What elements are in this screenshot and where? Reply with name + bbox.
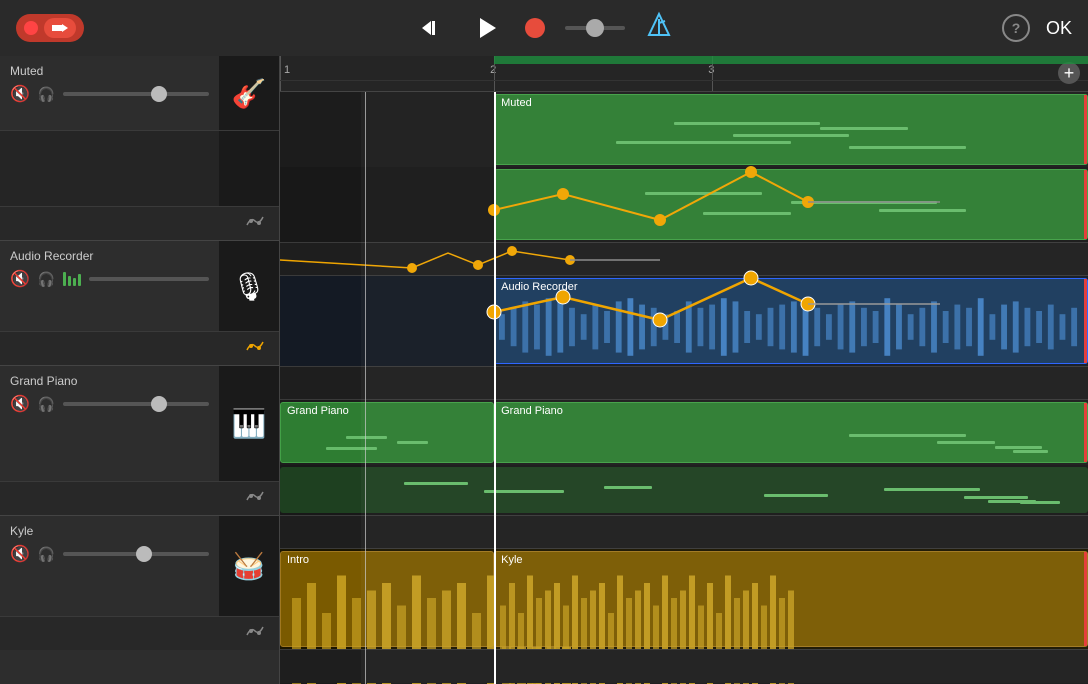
header: ? OK	[0, 0, 1088, 56]
muted-controls: Muted 🔇 🎧	[0, 56, 219, 130]
timeline-ruler: 1 2 3 +	[280, 56, 1088, 92]
muted-subtrack-1: Muted 🔇 🎧 🎸	[0, 56, 279, 131]
record-button-container[interactable]	[16, 14, 84, 42]
sidebar-track-kyle: Kyle 🔇 🎧 🥁	[0, 516, 279, 650]
muted-automation-row	[0, 206, 279, 240]
play-button[interactable]	[469, 10, 505, 46]
mute-icon[interactable]: 🔇	[10, 84, 30, 104]
kyle-track-row: Kyle 🔇 🎧 🥁	[0, 516, 279, 616]
eq-bar-1	[63, 272, 66, 286]
header-left	[16, 14, 84, 42]
eq-bar-4	[78, 274, 81, 286]
piano-icon: 🎹	[232, 407, 267, 440]
eq-bar-2	[68, 276, 71, 286]
audio-automation-icon[interactable]	[245, 338, 265, 359]
ruler-line-1	[280, 56, 281, 91]
header-right: ? OK	[1002, 14, 1072, 42]
muted-sub2-bg	[0, 131, 219, 206]
record-transport-button[interactable]	[525, 18, 545, 38]
record-icon	[44, 18, 76, 38]
sidebar-track-piano: Grand Piano 🔇 🎧 🎹	[0, 366, 279, 516]
tempo-thumb	[586, 19, 604, 37]
eq-bar-3	[73, 278, 76, 286]
muted-instrument-col: 🎸	[219, 56, 279, 130]
sidebar-track-muted: Muted 🔇 🎧 🎸	[0, 56, 279, 241]
piano-headphone-icon[interactable]: 🎧	[38, 396, 55, 413]
sidebar-track-audio: Audio Recorder 🔇 🎧 🎙	[0, 241, 279, 366]
add-track-button[interactable]: +	[1058, 62, 1080, 84]
piano-controls: Grand Piano 🔇 🎧	[0, 366, 219, 481]
sidebar: Muted 🔇 🎧 🎸	[0, 56, 280, 684]
muted-sub2-inst	[219, 131, 279, 206]
ok-button[interactable]: OK	[1046, 18, 1072, 39]
piano-automation-icon[interactable]	[245, 488, 265, 509]
kyle-volume-track[interactable]	[63, 552, 209, 556]
kyle-volume-thumb	[136, 546, 152, 562]
audio-mute-icon[interactable]: 🔇	[10, 269, 30, 289]
drums-icon: 🥁	[233, 551, 265, 582]
tempo-track	[565, 26, 625, 30]
help-label: ?	[1012, 20, 1021, 36]
audio-automation-row	[0, 331, 279, 365]
kyle-mute-icon[interactable]: 🔇	[10, 544, 30, 564]
audio-controls: Audio Recorder 🔇 🎧	[0, 241, 219, 331]
help-button[interactable]: ?	[1002, 14, 1030, 42]
kyle-track-name: Kyle	[10, 524, 209, 538]
piano-volume-thumb	[151, 396, 167, 412]
tracks-content: Muted	[280, 92, 1088, 684]
audio-track-name: Audio Recorder	[10, 249, 209, 263]
selection-line-left	[365, 92, 367, 684]
audio-eq-bars	[63, 272, 81, 286]
muted-subtrack-2	[0, 131, 279, 206]
muted-volume-thumb	[151, 86, 167, 102]
piano-mute-icon[interactable]: 🔇	[10, 394, 30, 414]
kyle-automation-row	[0, 616, 279, 650]
rewind-button[interactable]	[413, 10, 449, 46]
piano-automation-row	[0, 481, 279, 515]
muted-track-controls: 🔇 🎧	[10, 84, 209, 104]
audio-track-controls: 🔇 🎧	[10, 269, 209, 289]
tempo-slider[interactable]	[565, 26, 625, 30]
audio-volume-track[interactable]	[89, 277, 209, 281]
audio-instrument-col: 🎙	[219, 241, 279, 331]
playhead-line	[494, 92, 496, 684]
audio-track-row: Audio Recorder 🔇 🎧 🎙	[0, 241, 279, 331]
playback-region	[494, 56, 1088, 64]
kyle-headphone-icon[interactable]: 🎧	[38, 546, 55, 563]
guitar-icon: 🎸	[232, 77, 267, 110]
piano-instrument-col: 🎹	[219, 366, 279, 481]
audio-headphone-icon[interactable]: 🎧	[38, 271, 55, 288]
kyle-automation-icon[interactable]	[245, 623, 265, 644]
piano-track-row: Grand Piano 🔇 🎧 🎹	[0, 366, 279, 481]
headphone-icon[interactable]: 🎧	[38, 86, 55, 103]
kyle-controls: Kyle 🔇 🎧	[0, 516, 219, 616]
header-center	[413, 10, 673, 46]
muted-automation-icon[interactable]	[245, 213, 265, 234]
piano-volume-track[interactable]	[63, 402, 209, 406]
piano-track-controls: 🔇 🎧	[10, 394, 209, 414]
selection-region	[361, 92, 1088, 684]
kyle-track-controls: 🔇 🎧	[10, 544, 209, 564]
ruler-subtick-line	[280, 80, 1088, 81]
piano-track-name: Grand Piano	[10, 374, 209, 388]
muted-track-name: Muted	[10, 64, 209, 78]
main-area: Muted 🔇 🎧 🎸	[0, 56, 1088, 684]
record-dot	[24, 21, 38, 35]
ruler-marker-1: 1	[284, 64, 290, 76]
metronome-icon[interactable]	[645, 11, 673, 45]
muted-volume-track[interactable]	[63, 92, 209, 96]
tracks-area: 1 2 3 +	[280, 56, 1088, 684]
kyle-instrument-col: 🥁	[219, 516, 279, 616]
microphone-icon: 🎙	[231, 270, 267, 303]
